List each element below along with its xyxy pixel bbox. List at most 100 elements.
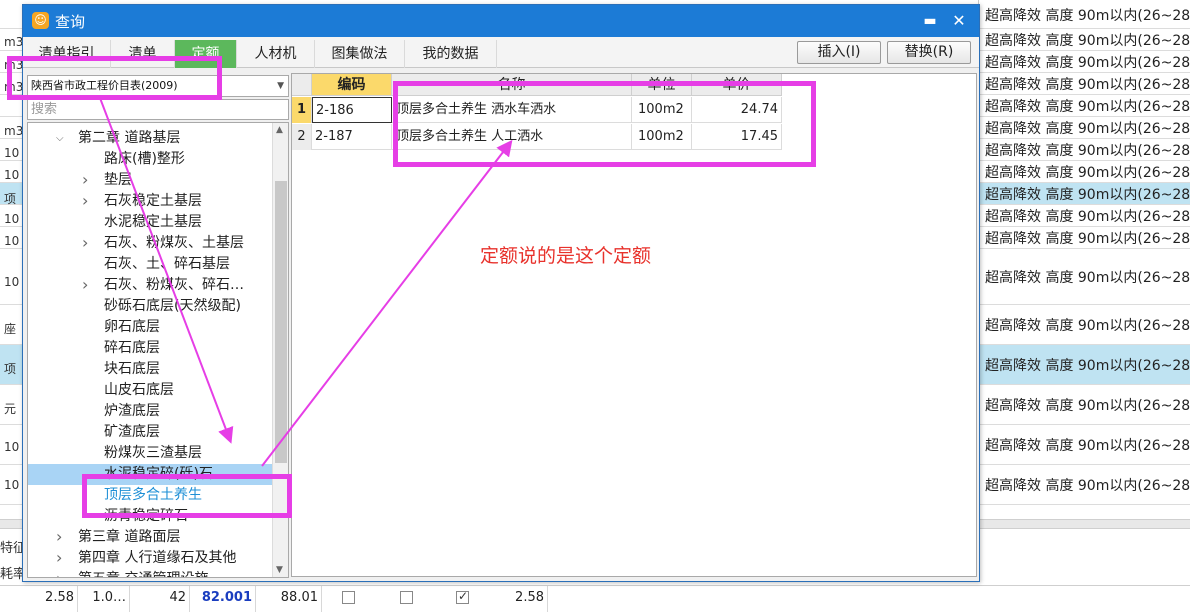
chevron-down-icon: ▼ — [277, 81, 284, 91]
insert-button[interactable]: 插入(I) — [797, 41, 881, 64]
annotation-box-quota-rows — [393, 81, 816, 167]
row-description: 超高降效 高度 90m以内(26~28层 — [985, 231, 1190, 247]
close-button[interactable]: ✕ — [949, 11, 969, 31]
app-icon: ☺ — [32, 12, 49, 29]
tree-item[interactable]: › 第四章 人行道缘石及其他 — [28, 548, 272, 569]
row-unit-label: 10 — [4, 234, 20, 248]
row-description: 超高降效 高度 90m以内(26~28层 — [985, 33, 1190, 49]
tree-item-label: 炉渣底层 — [104, 403, 160, 419]
tab-my-data[interactable]: 我的数据 — [405, 40, 497, 68]
row-unit-label: 座 — [4, 322, 17, 336]
detail-cell[interactable]: 88.01 — [256, 586, 322, 612]
row-description: 超高降效 高度 90m以内(26~28层 — [985, 358, 1190, 374]
row-description: 超高降效 高度 90m以内(26~28层 — [985, 99, 1190, 115]
tree-item[interactable]: › 石灰稳定土基层 — [28, 191, 272, 212]
tree-item-label: 路床(槽)整形 — [104, 151, 185, 167]
annotation-box-tree-item — [82, 474, 292, 518]
row-description: 超高降效 高度 90m以内(26~28层 — [985, 121, 1190, 137]
tree-item[interactable]: › 垫层 — [28, 170, 272, 191]
chevron-right-icon[interactable]: › — [82, 274, 88, 295]
grid-header-code[interactable]: 编码 — [312, 74, 392, 96]
chevron-right-icon[interactable]: › — [56, 526, 62, 547]
chevron-down-icon[interactable]: ⌵ — [56, 128, 64, 149]
tree-item[interactable]: 卵石底层 — [28, 317, 272, 338]
tree-item[interactable]: 矿渣底层 — [28, 422, 272, 443]
row-description: 超高降效 高度 90m以内(26~28层 — [985, 270, 1190, 286]
scroll-down-icon[interactable]: ▼ — [276, 565, 283, 575]
tree-item-label: 第五章 交通管理设施 — [78, 569, 208, 577]
annotation-box-library — [7, 56, 222, 100]
row-description: 超高降效 高度 90m以内(26~28层 — [985, 143, 1190, 159]
detail-cell[interactable]: 82.001 — [190, 586, 256, 612]
row-unit-label: m3 — [4, 124, 24, 138]
tree-item[interactable]: › 第三章 道路面层 — [28, 527, 272, 548]
minimize-button[interactable]: ▬ — [921, 12, 939, 30]
row-unit-label: 10 — [4, 212, 20, 226]
tab-atlas-method[interactable]: 图集做法 — [315, 40, 405, 68]
row-description: 超高降效 高度 90m以内(26~28层 — [985, 7, 1190, 24]
tree-item-label: 卵石底层 — [104, 319, 160, 335]
tree-item-label: 块石底层 — [104, 361, 160, 377]
tree-item[interactable]: 路床(槽)整形 — [28, 149, 272, 170]
search-input[interactable] — [27, 99, 289, 120]
tree-item-label: 石灰稳定土基层 — [104, 193, 202, 209]
row-description: 超高降效 高度 90m以内(26~28层 — [985, 438, 1190, 454]
tree-item-label: 粉煤灰三渣基层 — [104, 445, 202, 461]
tree-item[interactable]: › 石灰、粉煤灰、土基层 — [28, 233, 272, 254]
scrollbar-thumb[interactable] — [275, 181, 287, 463]
row-unit-label: m3 — [4, 35, 24, 49]
detail-cell[interactable]: 2.58 — [492, 586, 548, 612]
dialog-titlebar[interactable]: ☺ 查询 ▬ ✕ — [23, 5, 979, 37]
tab-materials[interactable]: 人材机 — [237, 40, 315, 68]
chevron-right-icon[interactable]: › — [82, 232, 88, 253]
replace-button[interactable]: 替换(R) — [887, 41, 971, 64]
row-description: 超高降效 高度 90m以内(26~28层 — [985, 165, 1190, 181]
row-code[interactable]: 2-187 — [312, 124, 392, 150]
tree-item[interactable]: 炉渣底层 — [28, 401, 272, 422]
annotation-text: 定额说的是这个定额 — [480, 245, 652, 267]
tree-item-label: 砂砾石底层(天然级配) — [104, 298, 241, 314]
row-index: 2 — [292, 124, 312, 150]
dialog-title: 查询 — [55, 13, 86, 31]
tree-item-label: 矿渣底层 — [104, 424, 160, 440]
tree-item[interactable]: 粉煤灰三渣基层 — [28, 443, 272, 464]
tree-item-label: 石灰、土、碎石基层 — [104, 256, 230, 272]
tree-item-label: 第二章 道路基层 — [78, 130, 181, 146]
chevron-right-icon[interactable]: › — [82, 169, 88, 190]
row-unit-label: 项 — [4, 362, 17, 376]
grid-header-index — [292, 74, 312, 96]
detail-cell[interactable]: 42 — [130, 586, 190, 612]
tree-item-label: 山皮石底层 — [104, 382, 174, 398]
tree-item[interactable]: › 第五章 交通管理设施 — [28, 568, 272, 577]
row-description: 超高降效 高度 90m以内(26~28层 — [985, 318, 1190, 334]
tree-item-label: 第四章 人行道缘石及其他 — [78, 550, 237, 566]
tree-item[interactable]: › 石灰、粉煤灰、碎石… — [28, 275, 272, 296]
tree-item[interactable]: 砂砾石底层(天然级配) — [28, 296, 272, 317]
tree-item[interactable]: 碎石底层 — [28, 338, 272, 359]
tree-item[interactable]: ⌵ 第二章 道路基层 — [28, 128, 272, 149]
scroll-up-icon[interactable]: ▲ — [276, 125, 283, 135]
row-description: 超高降效 高度 90m以内(26~28层 — [985, 209, 1190, 225]
tree-item-label: 水泥稳定土基层 — [104, 214, 202, 230]
row-index: 1 — [292, 97, 312, 123]
row-unit-label: 10 — [4, 168, 20, 182]
detail-checkbox[interactable] — [342, 591, 355, 604]
detail-cell[interactable]: 1.0… — [78, 586, 130, 612]
detail-cell[interactable]: 2.58 — [0, 586, 78, 612]
chevron-right-icon[interactable]: › — [82, 190, 88, 211]
tree-item[interactable]: 块石底层 — [28, 359, 272, 380]
tree-item[interactable]: 水泥稳定土基层 — [28, 212, 272, 233]
row-code[interactable]: 2-186 — [312, 97, 392, 123]
row-description: 超高降效 高度 90m以内(26~28层 — [985, 55, 1190, 71]
tree-item-label: 第三章 道路面层 — [78, 529, 181, 545]
chevron-right-icon[interactable]: › — [56, 547, 62, 568]
bottom-detail-row: 2.58 1.0… 42 82.001 88.01 2.58 — [0, 585, 1190, 612]
row-unit-label: 项 — [4, 192, 17, 206]
detail-checkbox[interactable] — [456, 589, 469, 604]
row-unit-label: 10 — [4, 146, 20, 160]
detail-checkbox[interactable] — [400, 591, 413, 604]
chevron-right-icon[interactable]: › — [56, 568, 62, 577]
tree-item-label: 石灰、粉煤灰、土基层 — [104, 235, 244, 251]
tree-item[interactable]: 石灰、土、碎石基层 — [28, 254, 272, 275]
tree-item[interactable]: 山皮石底层 — [28, 380, 272, 401]
